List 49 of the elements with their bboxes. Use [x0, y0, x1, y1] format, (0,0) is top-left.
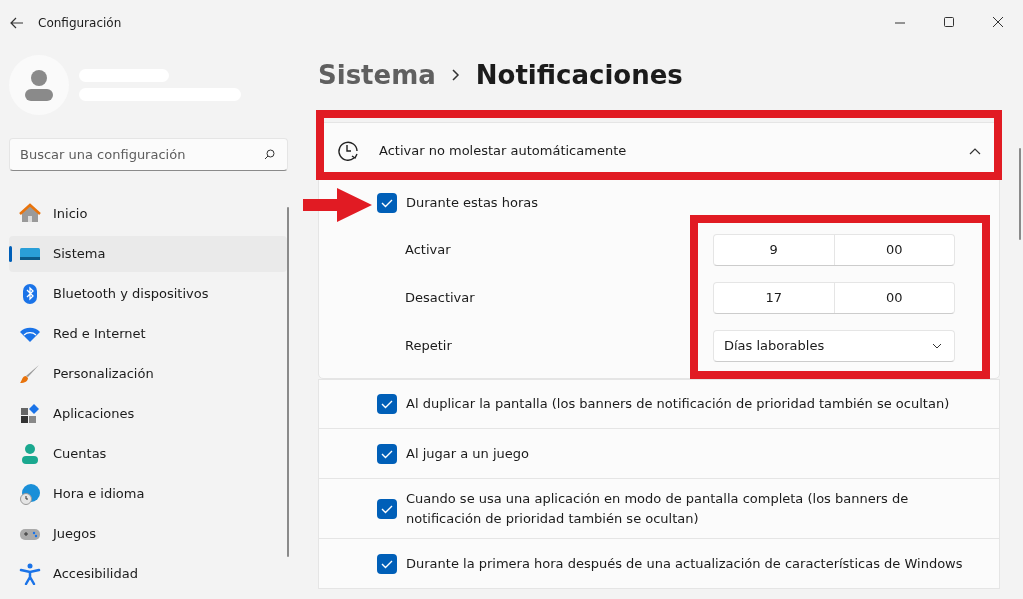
checkbox[interactable]	[377, 193, 397, 213]
field-label: Repetir	[405, 337, 453, 356]
apps-icon	[19, 403, 41, 425]
window-title: Configuración	[38, 14, 122, 32]
breadcrumb-link[interactable]: Sistema	[318, 55, 436, 95]
globe-clock-icon	[19, 483, 41, 505]
scrollbar[interactable]	[287, 207, 289, 557]
sidebar-item[interactable]: Bluetooth y dispositivos	[9, 276, 287, 312]
search-icon	[264, 149, 275, 160]
caret-icon	[932, 343, 942, 349]
accessibility-icon	[19, 563, 41, 585]
person-icon	[19, 443, 41, 465]
brush-icon	[19, 363, 41, 385]
chevron-icon[interactable]	[969, 147, 981, 155]
arrow-icon	[303, 188, 373, 222]
page-title: Notificaciones	[475, 58, 683, 92]
sidebar-item[interactable]: Personalización	[9, 356, 287, 392]
sidebar-item[interactable]: Juegos	[9, 516, 287, 552]
sidebar-item[interactable]: Red e Internet	[9, 316, 287, 352]
home-icon	[19, 203, 41, 225]
sidebar-item[interactable]: Cuentas	[9, 436, 287, 472]
checkbox-label: Durante estas horas	[406, 194, 539, 213]
search-field[interactable]: Buscar una configuración	[9, 138, 288, 171]
dropdown[interactable]: Días laborables	[713, 330, 955, 362]
checkbox-label: Cuando se usa una aplicación en modo de pantalla completa (los banners de notificación de prioridad también se ocultan)	[406, 490, 910, 528]
checkbox[interactable]	[377, 498, 397, 519]
field-label: Activar	[405, 241, 452, 260]
checkbox-label: Al jugar a un juego	[406, 444, 529, 463]
chevron-icon	[451, 69, 460, 81]
time-picker[interactable]: 17 00	[713, 282, 955, 314]
sidebar-item[interactable]: Aplicaciones	[9, 396, 287, 432]
checkbox[interactable]	[377, 553, 397, 574]
checkbox[interactable]	[377, 394, 397, 414]
sidebar-item[interactable]: Hora e idioma	[9, 476, 287, 512]
expander-header[interactable]: Activar no molestar automáticamente	[319, 123, 999, 179]
field-label: Desactivar	[405, 289, 476, 308]
checkbox-label: Durante la primera hora después de una actualización de características de Windows	[406, 554, 963, 573]
scrollbar[interactable]	[1019, 148, 1021, 240]
sidebar-item[interactable]: Accesibilidad	[9, 556, 287, 592]
close-icon[interactable]	[993, 17, 1004, 28]
back-icon[interactable]	[10, 16, 24, 29]
time-picker[interactable]: 9 00	[713, 234, 955, 266]
maximize-icon[interactable]	[944, 17, 955, 28]
clock-icon	[337, 140, 359, 162]
sidebar-item[interactable]: Sistema	[9, 236, 287, 272]
checkbox[interactable]	[377, 443, 397, 464]
checkbox-label: Al duplicar la pantalla (los banners de notificación de prioridad también se ocultan)	[406, 395, 950, 414]
sidebar-item[interactable]: Inicio	[9, 196, 287, 232]
section-title: Activar no molestar automáticamente	[379, 142, 627, 161]
